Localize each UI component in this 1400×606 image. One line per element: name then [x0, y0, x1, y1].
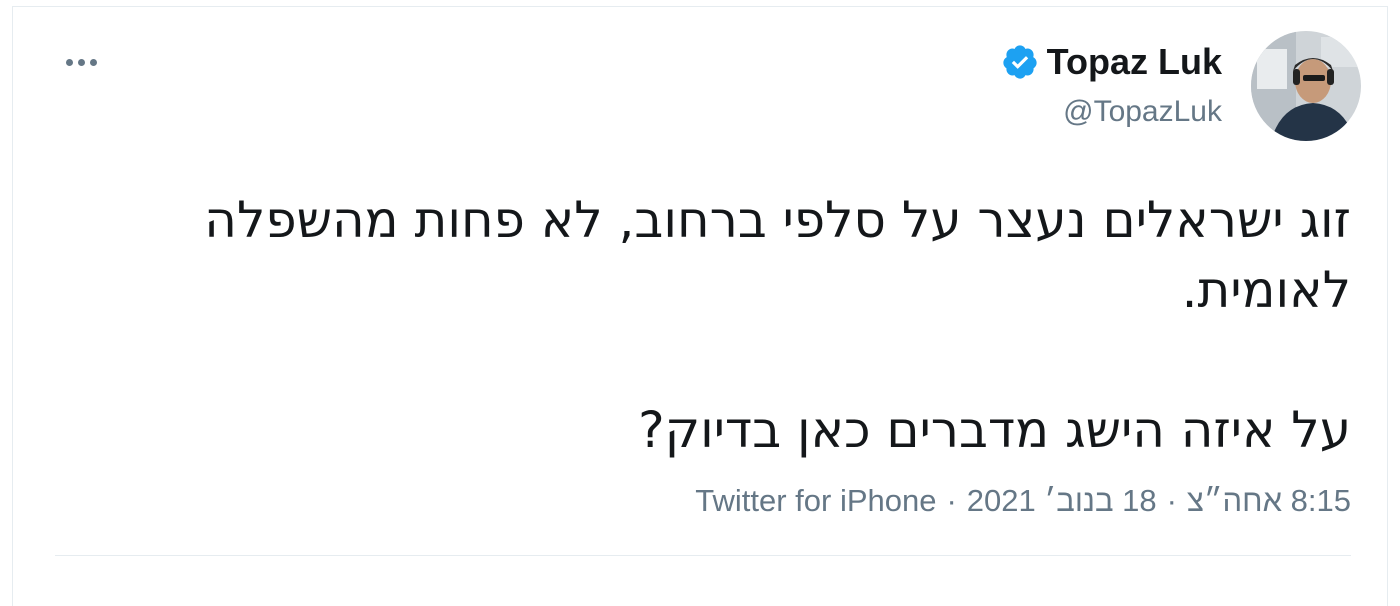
author-name-row[interactable]: Topaz Luk — [1001, 41, 1222, 83]
profile-photo-icon — [1251, 31, 1361, 141]
more-dot — [65, 58, 73, 66]
verified-badge-icon — [1003, 45, 1037, 79]
separator: · — [946, 483, 957, 518]
tweet-source[interactable]: Twitter for iPhone — [695, 483, 936, 518]
tweet-text: זוג ישראלים נעצר על סלפי ברחוב, לא פחות … — [31, 185, 1351, 465]
tweet-paragraph: זוג ישראלים נעצר על סלפי ברחוב, לא פחות … — [204, 191, 1351, 319]
author-display-name[interactable]: Topaz Luk — [1047, 41, 1222, 83]
separator: · — [1166, 483, 1177, 518]
more-dot — [77, 58, 85, 66]
tweet-card: Topaz Luk @TopazLuk זוג ישראלים נעצר על … — [12, 6, 1388, 606]
tweet-metadata: 8:15 אחה״צ · 18 בנוב׳ 2021 · Twitter for iPh… — [695, 483, 1351, 519]
tweet-paragraph: על איזה הישג מדברים כאן בדיוק? — [638, 401, 1351, 459]
more-dot — [89, 58, 97, 66]
tweet-time[interactable]: 8:15 אחה״צ — [1187, 483, 1351, 518]
tweet-date[interactable]: 18 בנוב׳ 2021 — [967, 483, 1157, 518]
divider — [55, 555, 1351, 556]
author-handle[interactable]: @TopazLuk — [1063, 95, 1222, 129]
more-options-button[interactable] — [59, 47, 103, 77]
avatar[interactable] — [1251, 31, 1361, 141]
